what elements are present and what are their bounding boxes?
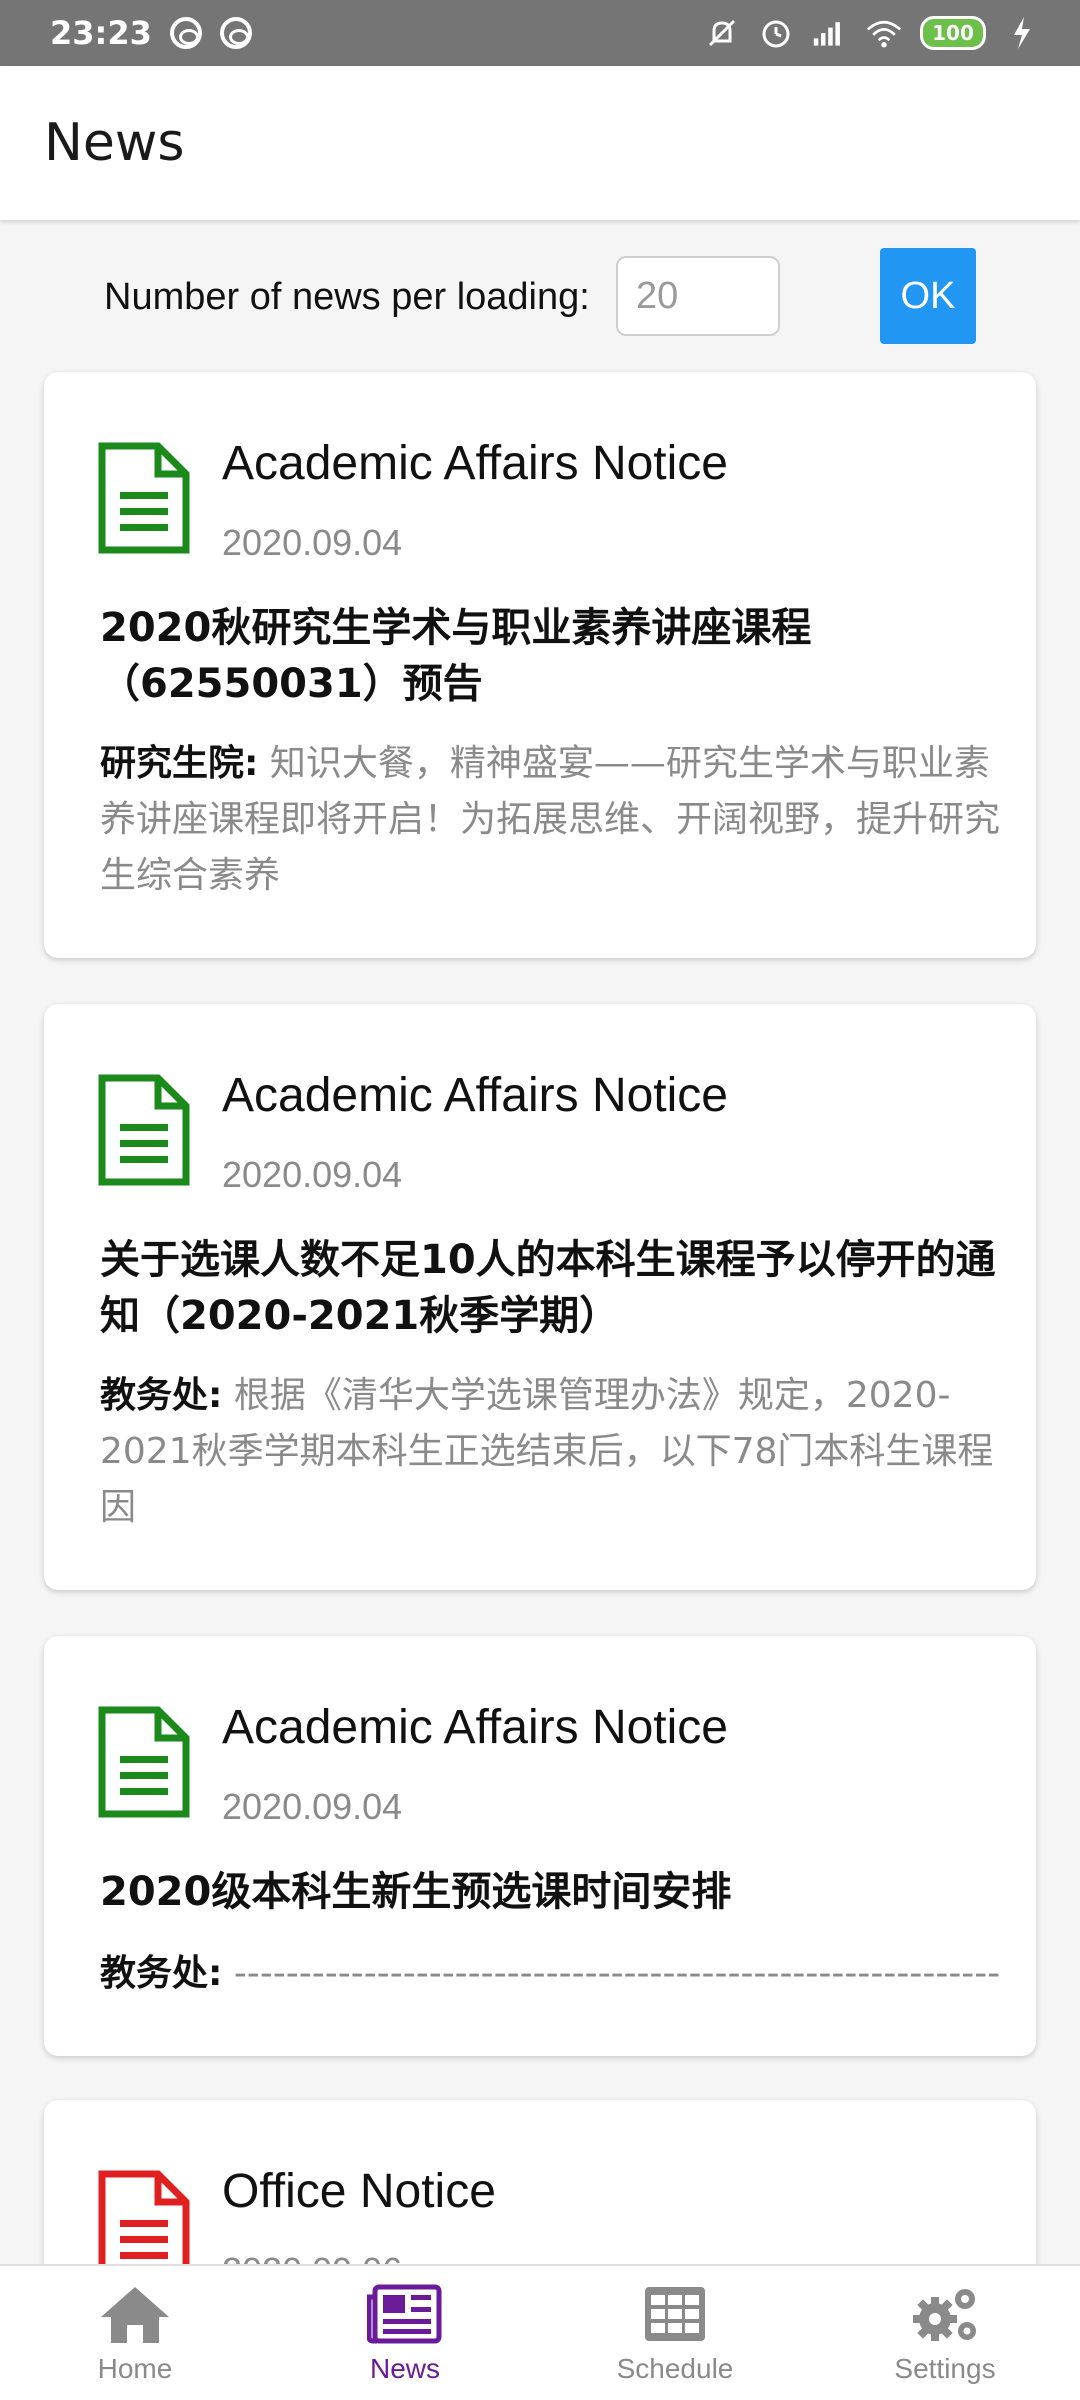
document-icon <box>98 442 190 554</box>
alarm-icon <box>758 15 794 51</box>
news-source: 教务处: <box>100 1375 223 1416</box>
news-category: Academic Affairs Notice <box>222 437 728 490</box>
news-icon <box>367 2284 442 2344</box>
nav-item-settings[interactable]: Settings <box>810 2266 1080 2400</box>
page-title: News <box>44 113 185 173</box>
calendar-icon <box>645 2287 705 2341</box>
news-source: 教务处: <box>100 1953 223 1994</box>
document-icon <box>98 1706 190 1818</box>
news-count-input[interactable] <box>616 256 780 336</box>
document-icon <box>98 1074 190 1186</box>
news-source: 研究生院: <box>100 743 259 784</box>
signal-icon <box>812 15 848 51</box>
app-bar: News <box>0 66 1080 220</box>
nav-label: Home <box>97 2353 173 2384</box>
ok-button[interactable]: OK <box>880 248 976 344</box>
news-count-controls: Number of news per loading: OK <box>0 240 1080 350</box>
news-card[interactable]: Academic Affairs Notice 2020.09.04 关于选课人… <box>44 1004 1036 1590</box>
status-bar: 23:23 100 <box>0 0 1080 66</box>
news-excerpt: 教务处: -----------------------------------… <box>100 1946 1000 2002</box>
news-card[interactable]: Academic Affairs Notice 2020.09.04 2020秋… <box>44 372 1036 958</box>
nav-label: Settings <box>894 2353 996 2384</box>
mute-icon <box>704 15 740 51</box>
news-date: 2020.09.04 <box>222 522 403 563</box>
nav-item-news[interactable]: News <box>270 2266 540 2400</box>
charging-icon <box>1004 15 1040 51</box>
nav-label: Schedule <box>616 2353 734 2384</box>
app-ring-icon <box>169 17 202 49</box>
nav-item-schedule[interactable]: Schedule <box>540 2266 810 2400</box>
nav-item-home[interactable]: Home <box>0 2266 270 2400</box>
news-excerpt-text: 根据《清华大学选课管理办法》规定，2020-2021秋季学期本科生正选结束后，以… <box>100 1375 994 1528</box>
battery-icon: 100 <box>920 16 986 50</box>
news-title[interactable]: 关于选课人数不足10人的本科生课程予以停开的通知（2020-2021秋季学期） <box>100 1232 1000 1344</box>
news-date: 2020.09.04 <box>222 1786 403 1827</box>
gears-icon <box>913 2289 976 2341</box>
bottom-nav: Home News Schedule Settings <box>0 2264 1080 2400</box>
news-excerpt-text: ----------------------------------------… <box>233 1953 1000 1994</box>
news-title[interactable]: 2020秋研究生学术与职业素养讲座课程（62550031）预告 <box>100 600 1000 712</box>
news-date: 2020.09.04 <box>222 1154 403 1195</box>
news-excerpt: 研究生院: 知识大餐，精神盛宴——研究生学术与职业素养讲座课程即将开启！为拓展思… <box>100 736 1000 904</box>
nav-label: News <box>369 2353 440 2384</box>
news-card[interactable]: Academic Affairs Notice 2020.09.04 2020级… <box>44 1636 1036 2056</box>
status-left: 23:23 <box>50 14 252 52</box>
home-icon <box>101 2287 169 2343</box>
news-title[interactable]: 2020级本科生新生预选课时间安排 <box>100 1864 1000 1920</box>
wifi-icon <box>866 15 902 51</box>
news-excerpt: 教务处: 根据《清华大学选课管理办法》规定，2020-2021秋季学期本科生正选… <box>100 1368 1000 1536</box>
news-count-label: Number of news per loading: <box>104 276 590 318</box>
news-category: Office Notice <box>222 2165 496 2218</box>
news-category: Academic Affairs Notice <box>222 1069 728 1122</box>
news-category: Academic Affairs Notice <box>222 1701 728 1754</box>
status-time: 23:23 <box>50 14 152 52</box>
app-ring-icon <box>219 17 252 49</box>
status-right: 100 <box>704 15 1040 51</box>
